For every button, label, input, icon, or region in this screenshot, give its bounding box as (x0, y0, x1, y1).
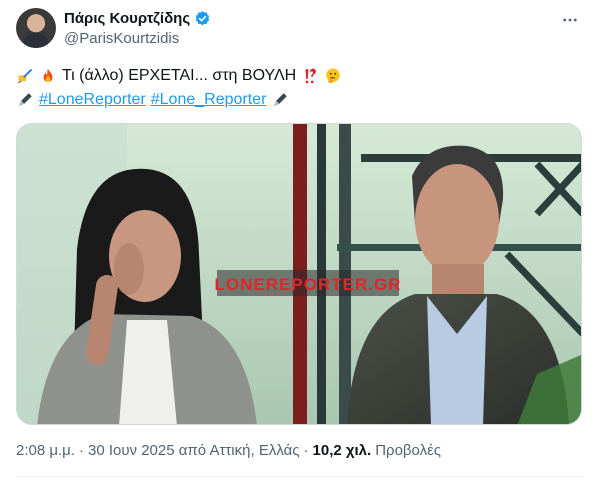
views-count[interactable]: 10,2 χιλ. (313, 442, 372, 459)
verified-badge-icon (195, 11, 210, 26)
author-handle[interactable]: @ParisKourtzidis (64, 30, 179, 47)
tweet-date-location[interactable]: 30 Ιουν 2025 από Αττική, Ελλάς (88, 442, 300, 459)
meta-separator: · (303, 442, 309, 459)
author-display-name[interactable]: Πάρις Κουρτζίδης (64, 10, 190, 27)
views-label: Προβολές (375, 442, 442, 459)
hashtag-lonereporter[interactable]: #LoneReporter (39, 88, 146, 112)
tweet-header: Πάρις Κουρτζίδης @ParisKourtzidis (16, 8, 584, 52)
interrobang-emoji (305, 68, 317, 84)
avatar[interactable] (16, 8, 56, 48)
tweet-line-1: Τι (άλλο) ΕΡΧΕΤΑΙ... στη ΒΟΥΛΗ (16, 64, 584, 88)
tweet-meta: 2:08 μ.μ. · 30 Ιουν 2025 από Αττική, Ελλ… (16, 442, 441, 459)
hashtag-lone-reporter[interactable]: #Lone_Reporter (151, 88, 267, 112)
tweet-photo: LONEREPORTER.GR (17, 124, 581, 424)
tweet-text: Τι (άλλο) ΕΡΧΕΤΑΙ... στη ΒΟΥΛΗ #LoneRepo… (16, 64, 584, 112)
watermark-box: LONEREPORTER.GR (215, 270, 402, 296)
fountain-pen-emoji (274, 93, 288, 106)
tweet-line-1-text: Τι (άλλο) ΕΡΧΕΤΑΙ... στη ΒΟΥΛΗ (62, 67, 297, 84)
tweet-line-2: #LoneReporter #Lone_Reporter (16, 88, 584, 112)
fire-emoji (43, 68, 53, 82)
meta-separator: · (78, 442, 84, 459)
thinking-face-emoji (326, 68, 340, 84)
writing-hand-emoji (17, 69, 32, 84)
author-name-row: Πάρις Κουρτζίδης (64, 10, 211, 27)
tweet-time[interactable]: 2:08 μ.μ. (16, 442, 75, 459)
tweet-media[interactable]: LONEREPORTER.GR (16, 123, 582, 425)
watermark-text: LONEREPORTER.GR (215, 275, 402, 294)
fountain-pen-emoji (19, 93, 32, 106)
more-horizontal-icon[interactable] (558, 8, 582, 32)
divider (16, 476, 584, 477)
